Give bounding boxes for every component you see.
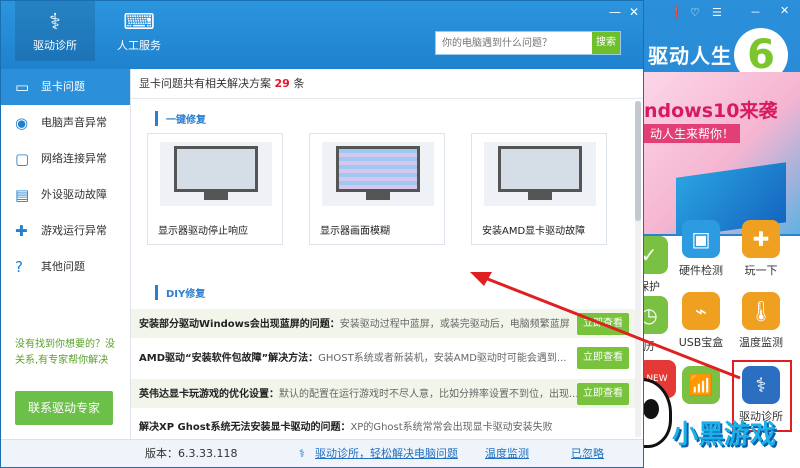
annotation-arrow — [470, 272, 741, 380]
